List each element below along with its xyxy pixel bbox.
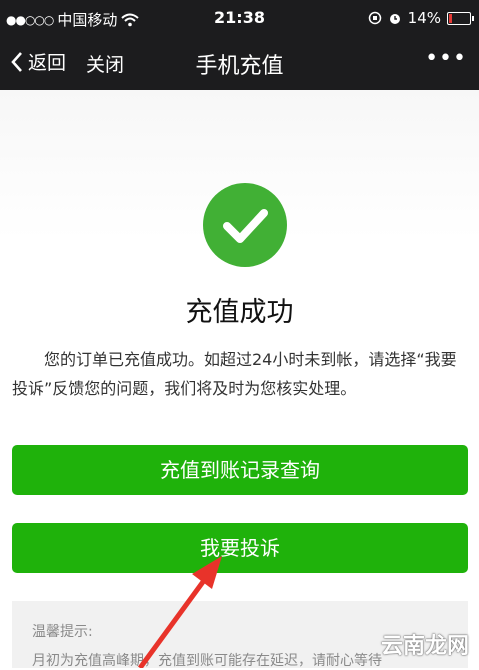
red-arrow-annotation <box>137 556 222 668</box>
watermark-logo: 云南龙网 <box>380 634 469 659</box>
